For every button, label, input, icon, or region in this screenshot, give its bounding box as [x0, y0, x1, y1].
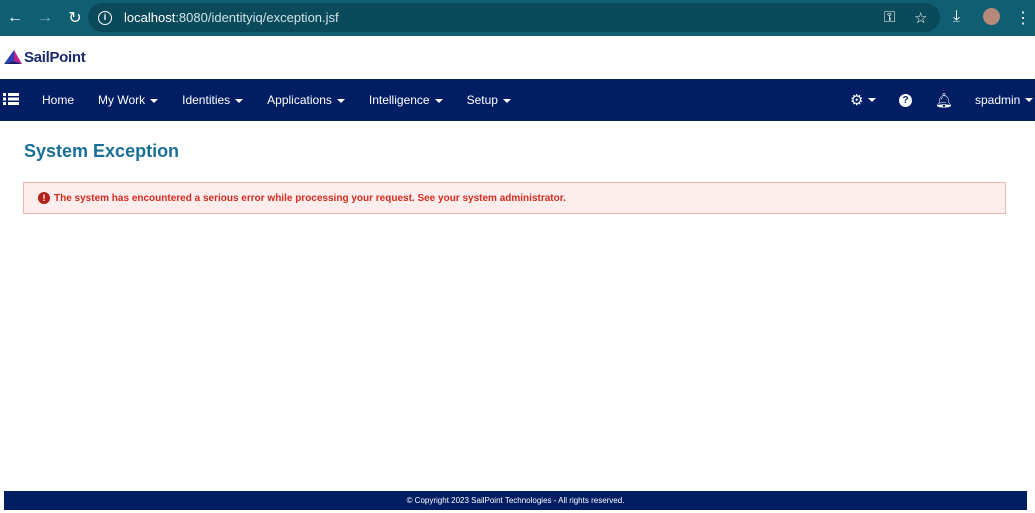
caret-down-icon	[336, 98, 345, 103]
main-nav: Home My Work Identities Applications Int…	[0, 79, 1035, 121]
download-icon[interactable]: ⤓	[953, 8, 960, 26]
star-icon[interactable]: ☆	[914, 9, 927, 27]
key-icon[interactable]: ⚿	[884, 9, 895, 26]
url-host: localhost	[124, 10, 176, 25]
footer: © Copyright 2023 SailPoint Technologies …	[4, 491, 1027, 510]
profile-avatar[interactable]	[983, 8, 1000, 25]
bell-icon[interactable]: 🔔︎	[935, 79, 953, 121]
nav-intelligence[interactable]: Intelligence	[369, 93, 443, 107]
nav-identities[interactable]: Identities	[182, 93, 244, 107]
forward-icon[interactable]: →	[30, 9, 60, 27]
error-alert: ! The system has encountered a serious e…	[23, 182, 1006, 214]
error-message: The system has encountered a serious err…	[54, 192, 566, 204]
more-icon[interactable]: ⋮	[1015, 8, 1031, 28]
sailpoint-logo[interactable]: SailPoint	[4, 49, 86, 66]
brand-name: SailPoint	[24, 49, 86, 66]
caret-down-icon	[502, 98, 511, 103]
reload-icon[interactable]: ↻	[60, 8, 90, 28]
nav-setup[interactable]: Setup	[467, 93, 511, 107]
back-icon[interactable]: ←	[0, 9, 30, 27]
error-icon: !	[38, 192, 50, 204]
user-menu[interactable]: spadmin	[975, 79, 1034, 121]
browser-toolbar: ← → ↻ i localhost:8080/identityiq/except…	[0, 0, 1035, 36]
nav-home[interactable]: Home	[42, 93, 74, 107]
nav-applications[interactable]: Applications	[267, 93, 345, 107]
caret-down-icon	[235, 98, 244, 103]
url-path: :8080/identityiq/exception.jsf	[175, 10, 339, 25]
help-icon[interactable]: ?	[899, 79, 912, 121]
sail-icon	[4, 49, 22, 64]
caret-down-icon	[150, 98, 159, 103]
caret-down-icon	[434, 98, 443, 103]
gear-icon[interactable]: ⚙	[850, 79, 877, 121]
site-info-icon[interactable]: i	[98, 10, 112, 25]
nav-my-work[interactable]: My Work	[98, 93, 159, 107]
menu-icon[interactable]	[0, 92, 42, 108]
address-bar[interactable]: i localhost:8080/identityiq/exception.js…	[88, 3, 940, 32]
page-title: System Exception	[24, 141, 180, 161]
